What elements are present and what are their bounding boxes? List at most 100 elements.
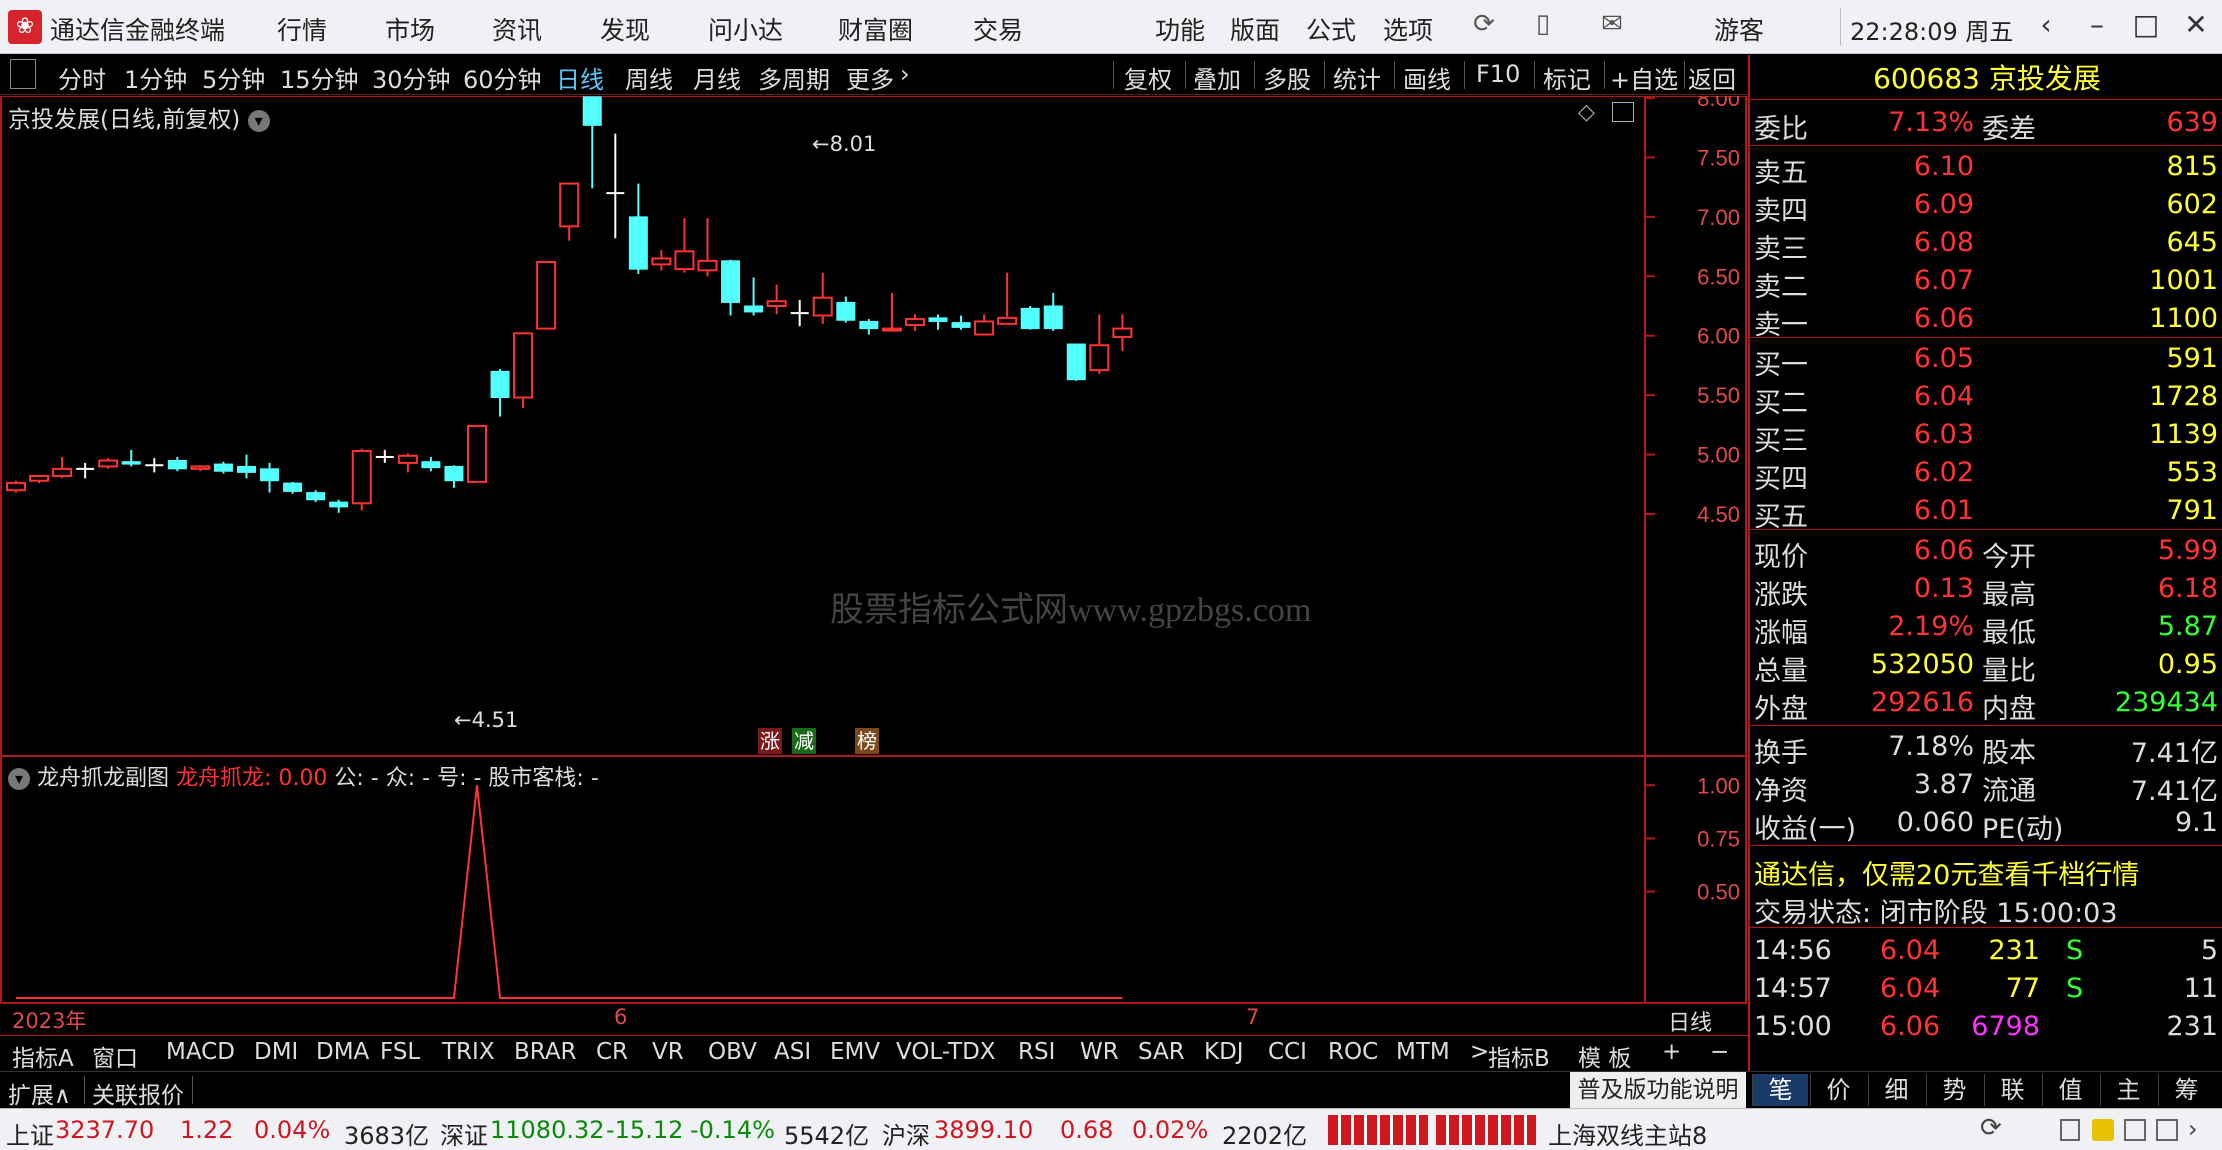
candle[interactable] — [76, 462, 95, 479]
tool-tongji[interactable]: 统计 — [1333, 60, 1381, 95]
asks-row[interactable]: 卖三 6.08 645 — [1750, 225, 2222, 265]
candle[interactable] — [859, 319, 879, 335]
chevron-down-icon[interactable]: ▾ — [247, 109, 270, 132]
candle[interactable] — [881, 292, 902, 332]
chevron-right-icon[interactable]: › — [2188, 1115, 2198, 1143]
candle[interactable] — [397, 453, 418, 473]
stats-row[interactable]: 现价 6.06 今开 5.99 — [1750, 533, 2222, 573]
expand-button[interactable]: 扩展∧ — [8, 1076, 71, 1110]
server-label[interactable]: 上海双线主站8 — [1548, 1116, 1707, 1150]
tool-f10[interactable]: F10 — [1476, 60, 1520, 88]
tab-mtm[interactable]: MTM — [1396, 1039, 1450, 1065]
menu-faxian[interactable]: 发现 — [600, 11, 650, 47]
stats-row[interactable]: 涨跌 0.13 最高 6.18 — [1750, 571, 2222, 611]
badge-zhang[interactable]: 涨 — [758, 728, 782, 754]
tool-diejia[interactable]: 叠加 — [1193, 60, 1241, 95]
tab-wr[interactable]: WR — [1080, 1039, 1119, 1065]
candle[interactable] — [1112, 314, 1133, 352]
panel-toggle-icon[interactable] — [1612, 102, 1634, 122]
layout-icon[interactable] — [2060, 1119, 2080, 1141]
promo-text[interactable]: 通达信，仅需20元查看千档行情 — [1754, 853, 2139, 892]
candle[interactable] — [674, 218, 695, 273]
tab-brar[interactable]: BRAR — [514, 1039, 577, 1065]
candle[interactable] — [29, 474, 50, 484]
candle[interactable] — [697, 218, 718, 277]
period-1min[interactable]: 1分钟 — [124, 60, 187, 95]
candle[interactable] — [628, 183, 648, 274]
box-icon[interactable] — [2156, 1119, 2178, 1141]
tab-emv[interactable]: EMV — [830, 1039, 880, 1065]
ticks-row[interactable]: 15:00 6.06 6798 231 — [1750, 1009, 2222, 1047]
candle[interactable] — [283, 481, 303, 494]
tab-obv[interactable]: OBV — [708, 1039, 757, 1065]
asks-row[interactable]: 卖五 6.10 815 — [1750, 149, 2222, 189]
candle[interactable] — [904, 314, 925, 331]
candle[interactable] — [928, 314, 948, 330]
bids-row[interactable]: 买二 6.04 1728 — [1750, 379, 2222, 419]
candle[interactable] — [606, 133, 625, 239]
tool-zixuan[interactable]: +自选 — [1610, 60, 1678, 95]
menu-shichang[interactable]: 市场 — [385, 11, 435, 47]
candle[interactable] — [974, 314, 995, 336]
bids-row[interactable]: 买一 6.05 591 — [1750, 341, 2222, 381]
period-multi[interactable]: 多周期 — [758, 60, 830, 95]
mail-icon[interactable]: ✉ — [1594, 9, 1630, 39]
tab-cci[interactable]: CCI — [1268, 1039, 1307, 1065]
menu-jiaoyi[interactable]: 交易 — [973, 11, 1023, 47]
tab-cr[interactable]: CR — [596, 1039, 628, 1065]
add-tab-button[interactable]: + — [1662, 1039, 1681, 1065]
candle[interactable] — [351, 448, 372, 511]
menu-banmian[interactable]: 版面 — [1230, 11, 1280, 47]
bids-row[interactable]: 买五 6.01 791 — [1750, 493, 2222, 533]
menu-wenxiaoda[interactable]: 问小达 — [708, 11, 783, 47]
quote-tab[interactable]: 势 — [1926, 1074, 1982, 1106]
tab-vr[interactable]: VR — [652, 1039, 684, 1065]
quote-tab[interactable]: 笔 — [1752, 1074, 1808, 1106]
period-more[interactable]: 更多 — [846, 60, 894, 95]
candle[interactable] — [1020, 306, 1040, 330]
candle[interactable] — [997, 272, 1018, 326]
user-label[interactable]: 游客 — [1714, 11, 1764, 47]
remove-tab-button[interactable]: − — [1710, 1039, 1729, 1065]
candle[interactable] — [1043, 292, 1063, 331]
period-60min[interactable]: 60分钟 — [463, 60, 542, 95]
tool-huaxian[interactable]: 画线 — [1403, 60, 1451, 95]
menu-gongshi[interactable]: 公式 — [1306, 11, 1356, 47]
tool-biaoji[interactable]: 标记 — [1543, 60, 1591, 95]
asks-row[interactable]: 卖一 6.06 1100 — [1750, 301, 2222, 341]
tab-dma[interactable]: DMA — [316, 1039, 369, 1065]
candle[interactable] — [213, 461, 233, 474]
stats-row[interactable]: 外盘 292616 内盘 239434 — [1750, 685, 2222, 725]
tab-dmi[interactable]: DMI — [254, 1039, 298, 1065]
chevron-down-icon[interactable]: ▾ — [8, 768, 30, 790]
tab-asi[interactable]: ASI — [774, 1039, 811, 1065]
tab-indicator-b[interactable]: 指标B — [1488, 1039, 1550, 1073]
promo-link[interactable]: 通达信，仅需20元查看千档行情 — [1750, 851, 2222, 892]
candle[interactable] — [375, 449, 394, 463]
minimize-icon[interactable]: – — [2077, 8, 2117, 41]
candle[interactable] — [421, 456, 441, 472]
candle[interactable] — [1089, 314, 1110, 374]
tab-rsi[interactable]: RSI — [1018, 1039, 1055, 1065]
candle[interactable] — [467, 425, 487, 484]
candle[interactable] — [145, 458, 164, 473]
candle[interactable] — [167, 456, 187, 472]
candle[interactable] — [951, 315, 971, 330]
candle[interactable] — [52, 456, 73, 479]
stats-row[interactable]: 涨幅 2.19% 最低 5.87 — [1750, 609, 2222, 649]
quote-tab[interactable]: 主 — [2100, 1074, 2156, 1106]
tool-fanhui[interactable]: 返回 — [1688, 60, 1736, 95]
candle[interactable] — [98, 458, 119, 469]
help-button[interactable]: 普及版功能说明 — [1570, 1072, 1746, 1108]
tool-duogu[interactable]: 多股 — [1263, 60, 1311, 95]
candle[interactable] — [559, 182, 580, 241]
close-icon[interactable]: ✕ — [2176, 8, 2216, 41]
candle[interactable] — [812, 272, 833, 324]
menu-gongneng[interactable]: 功能 — [1155, 11, 1205, 47]
candle[interactable] — [329, 499, 349, 513]
candle[interactable] — [513, 332, 534, 409]
badge-bang[interactable]: 榜 — [855, 728, 879, 754]
badge-jian[interactable]: 减 — [792, 728, 816, 754]
refresh-icon[interactable]: ⟳ — [1980, 1113, 2002, 1143]
stats2-row[interactable]: 净资 3.87 流通 7.41亿 — [1750, 767, 2222, 807]
